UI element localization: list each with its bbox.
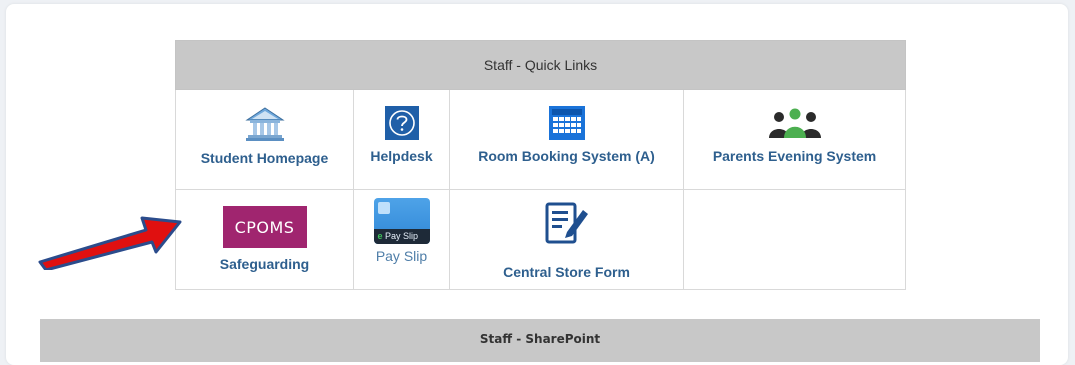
quick-links-table: Staff - Quick Links Student Homepage Hel…: [174, 40, 907, 290]
link-label: Central Store Form: [503, 264, 630, 280]
people-icon: [768, 108, 821, 138]
link-helpdesk[interactable]: Helpdesk: [353, 89, 450, 190]
link-label: Pay Slip: [375, 248, 428, 264]
building-icon: [244, 107, 285, 141]
link-label: Parents Evening System: [712, 148, 877, 164]
link-safeguarding[interactable]: CPOMS Safeguarding: [175, 189, 354, 290]
empty-cell: [682, 189, 907, 290]
link-pay-slip[interactable]: e Pay Slip Pay Slip: [353, 189, 450, 290]
pay-slip-logo-text: Pay Slip: [385, 231, 419, 241]
form-edit-icon: [545, 202, 588, 244]
link-student-homepage[interactable]: Student Homepage: [175, 89, 354, 190]
link-label: Safeguarding: [219, 256, 310, 272]
sharepoint-header: Staff - SharePoint: [40, 319, 1040, 362]
quick-links-header: Staff - Quick Links: [174, 40, 907, 90]
link-label: Student Homepage: [200, 150, 329, 166]
link-label: Room Booking System (A): [478, 148, 655, 164]
link-label: Helpdesk: [370, 148, 433, 164]
cpoms-logo-text: CPOMS: [234, 217, 295, 237]
cpoms-logo: CPOMS: [222, 206, 307, 248]
calendar-icon: [548, 106, 585, 140]
help-icon: [384, 106, 419, 140]
sharepoint-title: Staff - SharePoint: [479, 332, 601, 346]
pay-slip-icon: e Pay Slip: [373, 198, 430, 244]
link-central-store-form[interactable]: Central Store Form: [449, 189, 684, 290]
link-room-booking[interactable]: Room Booking System (A): [449, 89, 684, 190]
red-arrow-annotation: [38, 216, 182, 270]
link-parents-evening[interactable]: Parents Evening System: [682, 89, 907, 190]
